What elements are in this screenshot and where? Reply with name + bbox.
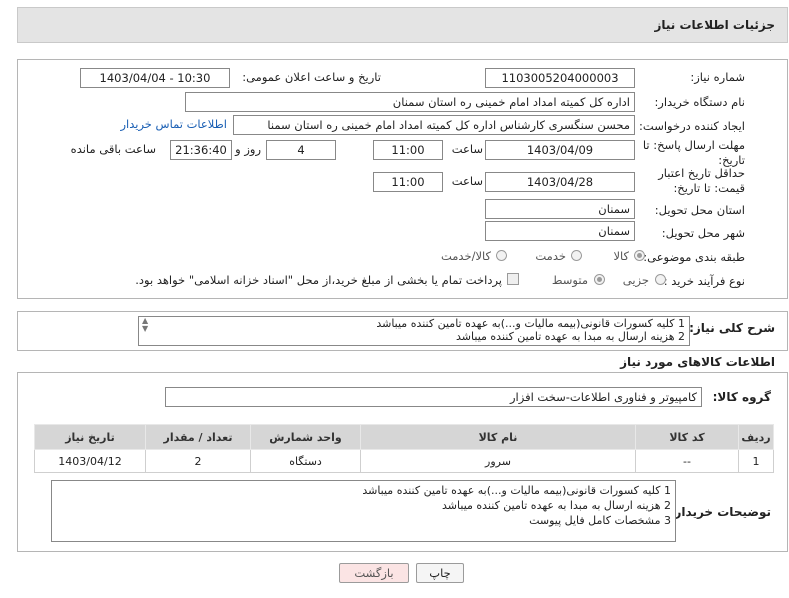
- category-radio-both[interactable]: [496, 250, 507, 261]
- payment-note: پرداخت تمام یا بخشی از مبلغ خرید،از محل …: [135, 273, 502, 287]
- category-label: طبقه بندی موضوعی:: [643, 250, 745, 264]
- buyer-notes-line-3: 3 مشخصات کامل فایل پیوست: [529, 514, 671, 527]
- validity-date-field[interactable]: 1403/04/28: [485, 172, 635, 192]
- buyer-notes-line-1: 1 کلیه کسورات قانونی(بیمه مالیات و...)به…: [362, 484, 671, 497]
- validity-time-label: ساعت: [451, 174, 483, 188]
- deadline-label: مهلت ارسال پاسخ: تا تاریخ:: [642, 138, 745, 167]
- process-option-medium: متوسط: [551, 273, 588, 287]
- deadline-date-field[interactable]: 1403/04/09: [485, 140, 635, 160]
- summary-line-2: 2 هزینه ارسال به مبدا به عهده تامین کنند…: [456, 330, 685, 343]
- city-label: شهر محل تحویل:: [661, 226, 745, 240]
- buyer-notes-textarea[interactable]: 1 کلیه کسورات قانونی(بیمه مالیات و...)به…: [51, 480, 676, 542]
- process-label: نوع فرآیند خرید :: [663, 274, 745, 288]
- goods-group-label: گروه کالا:: [712, 390, 771, 404]
- cell-qty: 2: [145, 449, 251, 473]
- goods-table-header: ردیف کد کالا نام کالا واحد شمارش تعداد /…: [34, 424, 774, 450]
- col-row-header: ردیف: [738, 424, 774, 450]
- print-button[interactable]: چاپ: [416, 563, 464, 583]
- treasury-checkbox[interactable]: [507, 273, 519, 285]
- summary-line-1: 1 کلیه کسورات قانونی(بیمه مالیات و...)به…: [376, 317, 685, 330]
- category-option-both: کالا/خدمت: [440, 249, 491, 263]
- scroll-arrows-icon[interactable]: ▲ ▼: [142, 317, 148, 333]
- category-option-service: خدمت: [535, 249, 566, 263]
- summary-label: شرح کلی نیاز:: [689, 321, 775, 335]
- category-radio-service[interactable]: [571, 250, 582, 261]
- cell-code: --: [635, 449, 739, 473]
- creator-field[interactable]: محسن سنگسری کارشناس اداره کل کمیته امداد…: [233, 115, 635, 135]
- goods-group-field[interactable]: کامپیوتر و فناوری اطلاعات-سخت افزار: [165, 387, 702, 407]
- need-number-label: شماره نیاز:: [690, 70, 745, 84]
- goods-table: ردیف کد کالا نام کالا واحد شمارش تعداد /…: [34, 424, 774, 473]
- buyer-notes-label: توضیحات خریدار:: [669, 505, 771, 519]
- days-field[interactable]: 4: [266, 140, 336, 160]
- col-code-header: کد کالا: [635, 424, 739, 450]
- col-name-header: نام کالا: [360, 424, 636, 450]
- goods-section-title: اطلاعات کالاهای مورد نیاز: [620, 355, 775, 369]
- contact-buyer-link[interactable]: اطلاعات تماس خریدار: [120, 117, 227, 131]
- cell-date: 1403/04/12: [34, 449, 146, 473]
- deadline-time-label: ساعت: [451, 142, 483, 156]
- validity-time-field[interactable]: 11:00: [373, 172, 443, 192]
- table-row: 1 -- سرور دستگاه 2 1403/04/12: [34, 449, 774, 473]
- process-option-minor: جزیی: [622, 273, 649, 287]
- cell-unit: دستگاه: [250, 449, 361, 473]
- buyer-org-label: نام دستگاه خریدار:: [654, 95, 745, 109]
- col-date-header: تاریخ نیاز: [34, 424, 146, 450]
- process-radio-medium[interactable]: [594, 274, 605, 285]
- remaining-label: ساعت باقی مانده: [70, 142, 156, 156]
- announce-label: تاریخ و ساعت اعلان عمومی:: [242, 70, 381, 84]
- category-option-goods: کالا: [613, 249, 629, 263]
- header-bar: جزئیات اطلاعات نیاز: [17, 7, 788, 43]
- validity-label: حداقل تاریخ اعتبار قیمت: تا تاریخ:: [658, 166, 745, 195]
- cell-row: 1: [738, 449, 774, 473]
- days-label: روز و: [235, 142, 261, 156]
- need-number-field[interactable]: 1103005204000003: [485, 68, 635, 88]
- province-field[interactable]: سمنان: [485, 199, 635, 219]
- announce-field[interactable]: 1403/04/04 - 10:30: [80, 68, 230, 88]
- page-title: جزئیات اطلاعات نیاز: [654, 18, 775, 32]
- deadline-time-field[interactable]: 11:00: [373, 140, 443, 160]
- category-radio-goods[interactable]: [634, 250, 645, 261]
- back-button[interactable]: بازگشت: [339, 563, 409, 583]
- col-qty-header: تعداد / مقدار: [145, 424, 251, 450]
- summary-textarea[interactable]: 1 کلیه کسورات قانونی(بیمه مالیات و...)به…: [138, 316, 690, 346]
- process-radio-minor[interactable]: [655, 274, 666, 285]
- cell-name: سرور: [360, 449, 636, 473]
- creator-label: ایجاد کننده درخواست:: [639, 119, 745, 133]
- city-field[interactable]: سمنان: [485, 221, 635, 241]
- col-unit-header: واحد شمارش: [250, 424, 361, 450]
- remaining-time-field: 21:36:40: [170, 140, 232, 160]
- province-label: استان محل تحویل:: [654, 203, 745, 217]
- buyer-org-field[interactable]: اداره کل کمیته امداد امام خمینی ره استان…: [185, 92, 635, 112]
- buyer-notes-line-2: 2 هزینه ارسال به مبدا به عهده تامین کنند…: [442, 499, 671, 512]
